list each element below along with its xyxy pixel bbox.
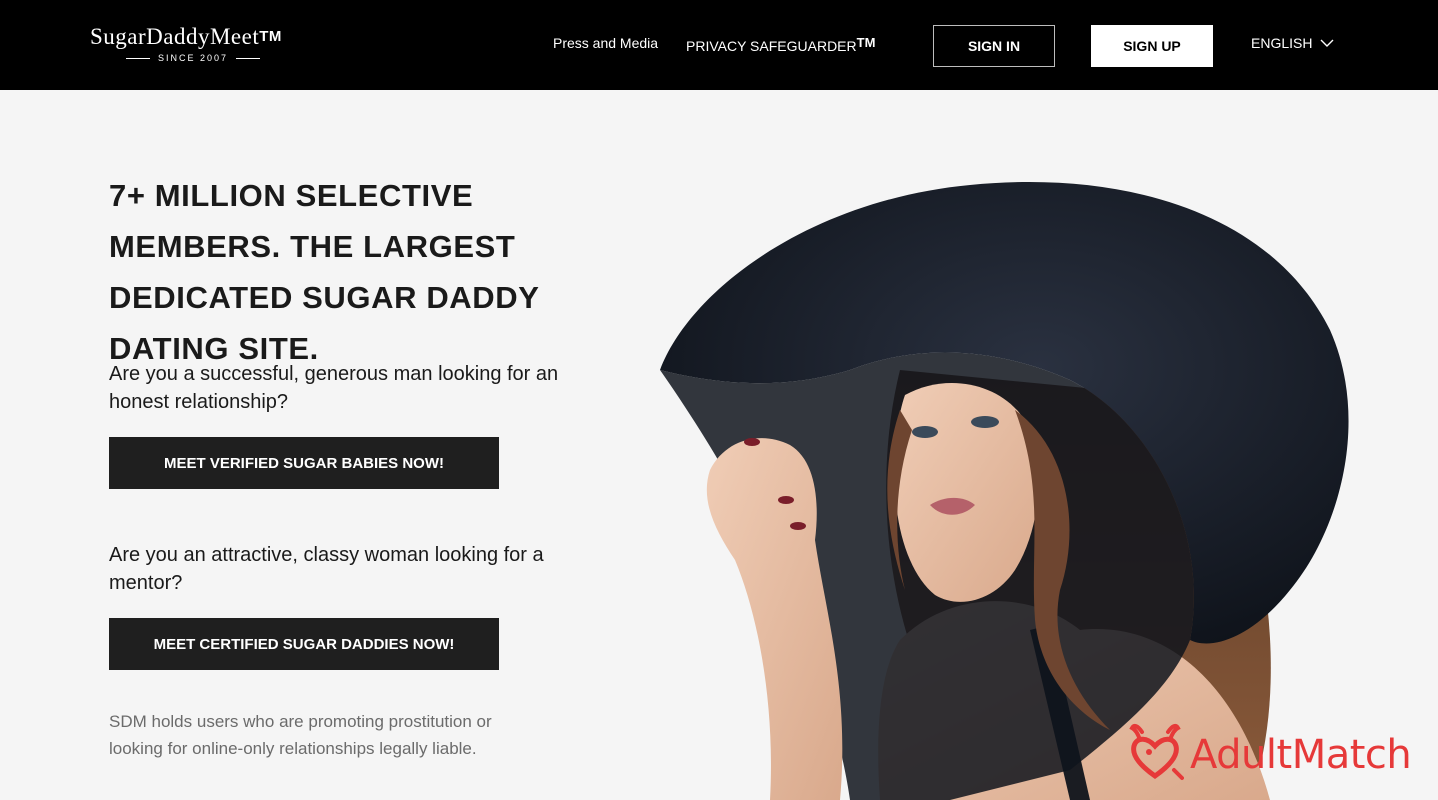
tagline-rule-right <box>236 57 261 59</box>
nav-privacy-trademark: TM <box>856 35 876 50</box>
nav-privacy-safeguarder[interactable]: PRIVACY SAFEGUARDERTM <box>686 35 875 54</box>
logo-tagline: SINCE 2007 <box>126 53 320 63</box>
legal-disclaimer: SDM holds users who are promoting prosti… <box>109 712 492 758</box>
language-selector[interactable]: ENGLISH <box>1251 35 1334 51</box>
nav-press-and-media[interactable]: Press and Media <box>553 35 658 51</box>
question-for-men: Are you a successful, generous man looki… <box>109 363 559 413</box>
meet-sugar-babies-button[interactable]: MEET VERIFIED SUGAR BABIES NOW! <box>109 437 499 489</box>
chevron-down-icon <box>1320 39 1334 48</box>
sign-in-button[interactable]: SIGN IN <box>933 25 1055 67</box>
site-logo[interactable]: SugarDaddyMeetTM SINCE 2007 <box>90 24 320 63</box>
hero-photo-woman-in-hat <box>650 170 1390 800</box>
logo-wordmark: SugarDaddyMeetTM <box>90 24 282 49</box>
hero-headline: 7+ MILLION SELECTIVE MEMBERS. THE LARGES… <box>109 178 539 366</box>
devil-heart-icon <box>1128 722 1184 787</box>
nav-privacy-label: PRIVACY SAFEGUARDER <box>686 38 857 54</box>
adultmatch-watermark: AdultMatch <box>1128 722 1412 787</box>
meet-sugar-daddies-button[interactable]: MEET CERTIFIED SUGAR DADDIES NOW! <box>109 618 499 670</box>
top-navigation-bar: SugarDaddyMeetTM SINCE 2007 Press and Me… <box>0 0 1438 90</box>
language-label: ENGLISH <box>1251 35 1313 51</box>
sign-up-button[interactable]: SIGN UP <box>1091 25 1213 67</box>
tagline-rule-left <box>126 57 150 59</box>
question-for-women: Are you an attractive, classy woman look… <box>109 544 544 594</box>
logo-trademark: TM <box>259 28 282 45</box>
watermark-text: AdultMatch <box>1190 731 1412 778</box>
